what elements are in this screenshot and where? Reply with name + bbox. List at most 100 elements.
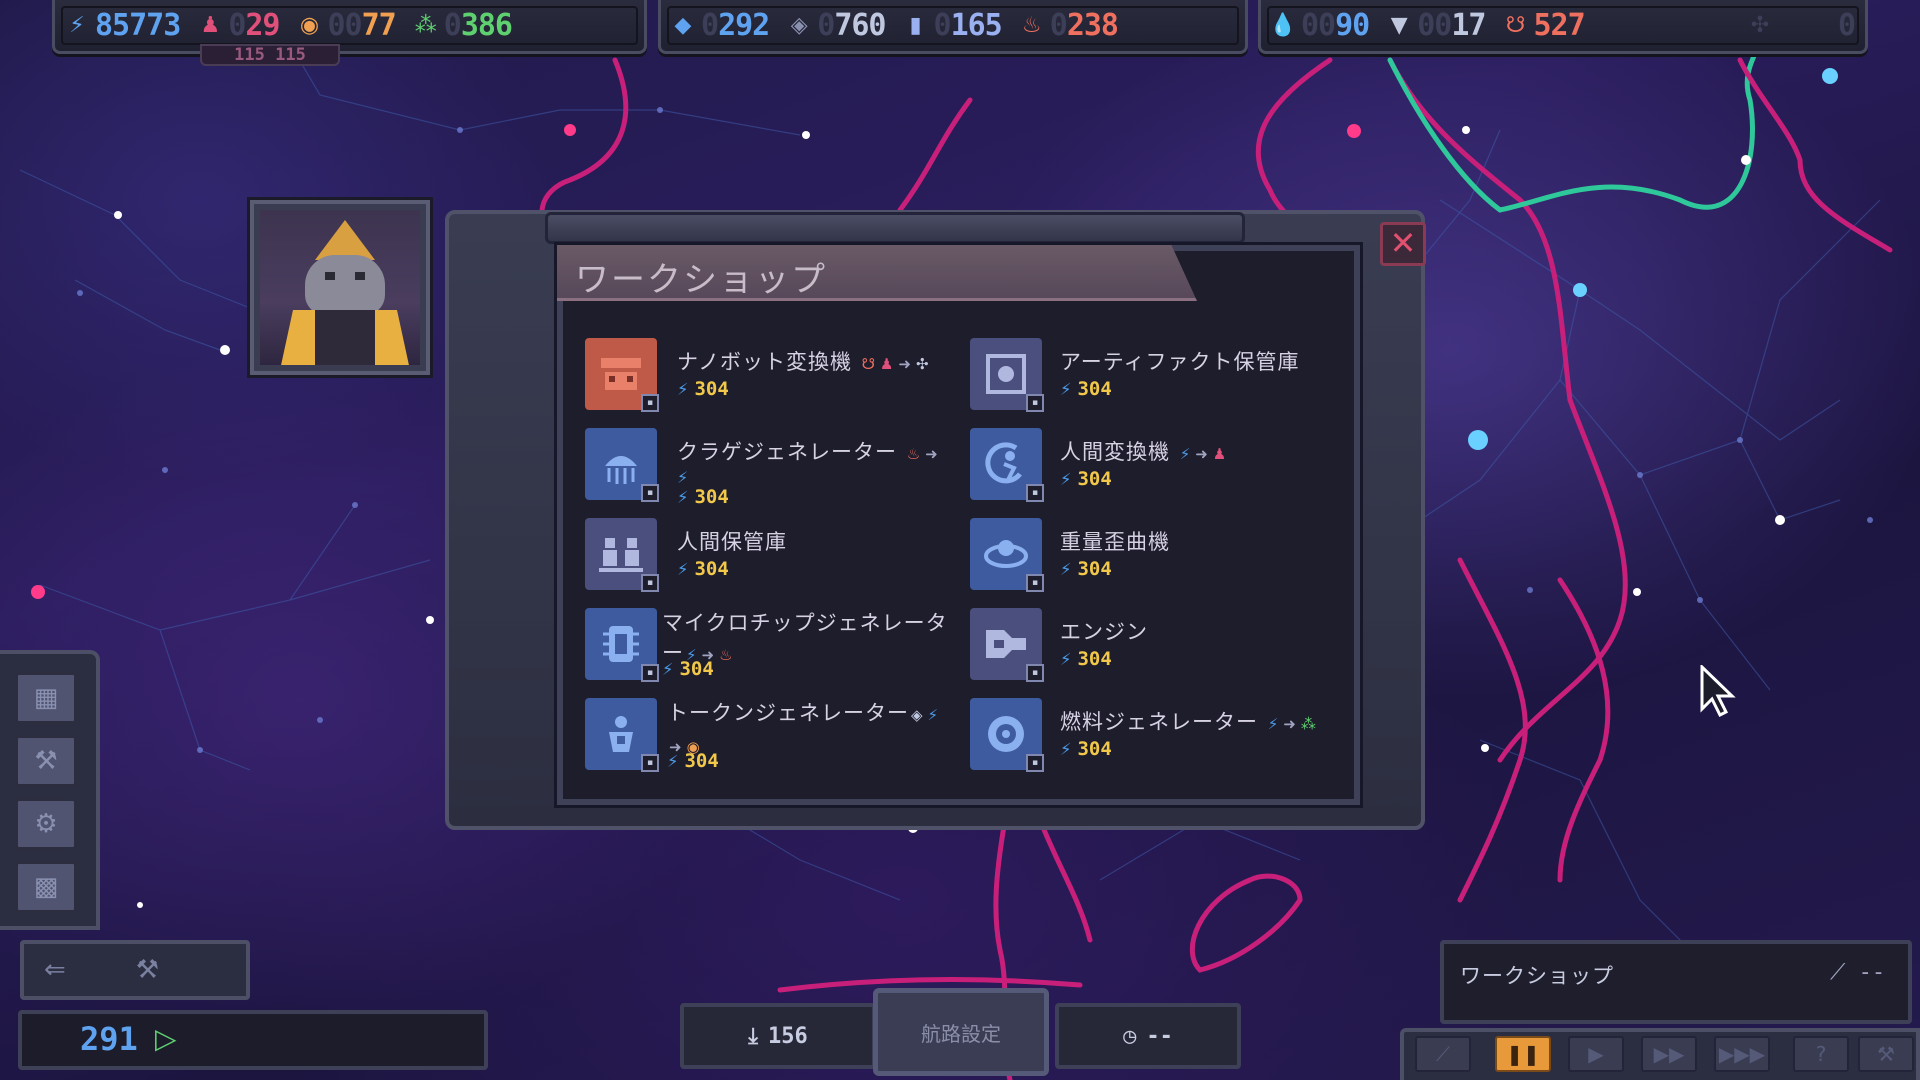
workshop-item-engine[interactable]: ▪ エンジン ⚡ 304 bbox=[970, 608, 1340, 688]
settings-button[interactable]: ⚒ bbox=[1858, 1036, 1914, 1072]
item-name: アーティファクト保管庫 bbox=[1060, 350, 1300, 374]
close-button[interactable]: ✕ bbox=[1380, 222, 1426, 266]
crew-result-icon: ♟ bbox=[1212, 445, 1228, 463]
item-name: 重量歪曲機 bbox=[1060, 530, 1170, 554]
pause-icon: ❚❚ bbox=[1506, 1042, 1540, 1066]
help-button[interactable]: ? bbox=[1793, 1036, 1849, 1072]
crew-cost-icon: ♟ bbox=[879, 355, 895, 373]
token-dim: 00 bbox=[327, 8, 363, 43]
download-button[interactable]: ⤓ 156 bbox=[680, 1003, 876, 1069]
water-value: 90 bbox=[1335, 8, 1370, 43]
timer-value: -- bbox=[1146, 1023, 1173, 1049]
nav-set-button[interactable]: 航路設定 bbox=[873, 988, 1049, 1076]
item-badge: ▪ bbox=[641, 754, 659, 772]
item-name: 人間変換機 bbox=[1060, 440, 1170, 464]
workshop-item-nanobot-converter[interactable]: ▪ ナノボット変換機 ☋ ♟ ➜ ✣ ⚡ 304 bbox=[585, 338, 955, 418]
item-name: 燃料ジェネレーター bbox=[1060, 710, 1258, 734]
token-icon: ◉ bbox=[299, 12, 320, 38]
dock-grid-button[interactable]: ▦ bbox=[15, 672, 77, 724]
item-badge: ▪ bbox=[641, 664, 659, 682]
play-button[interactable]: ▶ bbox=[1568, 1036, 1624, 1072]
droplet-icon: 💧 bbox=[1269, 12, 1297, 38]
item-name: エンジン bbox=[1060, 620, 1148, 644]
arrow-icon: ➜ bbox=[1283, 715, 1297, 733]
microchip-generator-icon: ▪ bbox=[585, 608, 659, 682]
jellyfish-cost-icon: ♨ bbox=[906, 445, 922, 463]
gear-icon: ⚙ bbox=[34, 809, 58, 839]
mouse-cursor-icon bbox=[1700, 665, 1736, 717]
pointer-button[interactable]: ⟋ bbox=[1415, 1036, 1471, 1072]
workshop-item-microchip-generator[interactable]: ▪ マイクロチップジェネレーター ⚡ ➜ ♨ ⚡ 304 bbox=[585, 608, 955, 688]
pause-button[interactable]: ❚❚ bbox=[1495, 1036, 1551, 1072]
fast-forward-icon: ▶▶ bbox=[1653, 1042, 1685, 1066]
bolt-cost-icon: ⚡ bbox=[1179, 445, 1192, 463]
workshop-item-human-storage[interactable]: ▪ 人間保管庫 ⚡ 304 bbox=[585, 518, 955, 598]
workshop-item-jellyfish-generator[interactable]: ▪ クラゲジェネレーター ♨ ➜ ⚡ ⚡ 304 bbox=[585, 428, 955, 508]
nanobot-converter-icon: ▪ bbox=[585, 338, 659, 412]
workshop-item-gravity-warper[interactable]: ▪ 重量歪曲機 ⚡ 304 bbox=[970, 518, 1340, 598]
timer-button[interactable]: ◷ -- bbox=[1055, 1003, 1241, 1069]
wand-icon: ⟋ bbox=[1830, 960, 1846, 985]
water-counter: 💧 0090 bbox=[1269, 8, 1370, 43]
artifact-vault-icon: ▪ bbox=[970, 338, 1044, 412]
fastest-icon: ▶▶▶ bbox=[1718, 1042, 1766, 1066]
bolt-result-icon: ⚡ bbox=[677, 468, 689, 487]
workshop-item-fuel-generator[interactable]: ▪ 燃料ジェネレーター ⚡ ➜ ⁂ ⚡ 304 bbox=[970, 698, 1340, 778]
engine-icon: ▪ bbox=[970, 608, 1044, 682]
dock-bottom-bar: ⇐ ⚒ bbox=[20, 940, 250, 1000]
resource-group-1: ⚡ 85773 ♟ 029 ◉ 0077 ⁂ 0386 bbox=[52, 0, 647, 54]
item-cost: 304 bbox=[694, 486, 729, 508]
item-cost: 304 bbox=[679, 658, 714, 680]
fast-forward-button[interactable]: ▶▶ bbox=[1641, 1036, 1697, 1072]
item-cost: 304 bbox=[1077, 648, 1112, 670]
dock-build-button[interactable]: ⚒ bbox=[15, 735, 77, 787]
unknown-counter: ✣ 0 bbox=[1748, 8, 1856, 43]
unknown-value: 0 bbox=[1837, 8, 1856, 43]
clock-icon: ◷ bbox=[1123, 1023, 1137, 1049]
crystal-icon: ▮ bbox=[909, 12, 922, 38]
pointer-icon: ⟋ bbox=[1436, 1042, 1450, 1066]
energy-counter: ⚡ 85773 bbox=[65, 8, 181, 43]
item-cost: 304 bbox=[684, 750, 719, 772]
anvil-icon: ▼ bbox=[1390, 12, 1408, 38]
token-value: 77 bbox=[361, 8, 397, 43]
resource-group-2: ◆ 0292 ◈ 0760 ▮ 0165 ♨ 0238 bbox=[658, 0, 1248, 54]
play-icon: ▶ bbox=[1588, 1042, 1604, 1066]
fuel-dim: 0 bbox=[443, 8, 462, 43]
speed-value: 291 bbox=[80, 1020, 138, 1058]
water-dim: 00 bbox=[1301, 8, 1336, 43]
tools-icon[interactable]: ⚒ bbox=[136, 955, 159, 985]
anvil-counter: ▼ 0017 bbox=[1387, 8, 1487, 43]
item-cost: 304 bbox=[694, 558, 729, 580]
item-badge: ▪ bbox=[641, 574, 659, 592]
jellyfish-result-icon: ♨ bbox=[719, 646, 734, 664]
dock-gear-button[interactable]: ⚙ bbox=[15, 798, 77, 850]
captain-portrait[interactable] bbox=[250, 200, 430, 375]
crystal-value: 165 bbox=[950, 8, 1003, 43]
cog-icon: ✣ bbox=[1750, 12, 1770, 38]
dock-map-button[interactable]: ▩ bbox=[15, 861, 77, 913]
fuel-icon: ⁂ bbox=[414, 12, 437, 38]
fastest-button[interactable]: ▶▶▶ bbox=[1714, 1036, 1770, 1072]
item-badge: ▪ bbox=[1026, 754, 1044, 772]
item-badge: ▪ bbox=[1026, 574, 1044, 592]
fuel-counter: ⁂ 0386 bbox=[414, 8, 513, 43]
workshop-item-token-generator[interactable]: ▪ トークンジェネレーター ◈ ⚡ ➜ ◉ ⚡ 304 bbox=[585, 698, 955, 778]
beast-cost-icon: ☋ bbox=[861, 355, 876, 373]
item-cost: 304 bbox=[694, 378, 729, 400]
item-badge: ▪ bbox=[641, 484, 659, 502]
arrow-icon: ➜ bbox=[1195, 445, 1209, 463]
human-converter-icon: ▪ bbox=[970, 428, 1044, 502]
back-arrow-icon[interactable]: ⇐ bbox=[44, 955, 66, 985]
workshop-item-artifact-vault[interactable]: ▪ アーティファクト保管庫 ⚡ 304 bbox=[970, 338, 1340, 418]
crew-value: 29 bbox=[245, 8, 280, 43]
grid-icon: ▦ bbox=[33, 683, 59, 713]
crew-counter[interactable]: ♟ 029 bbox=[198, 8, 280, 43]
workshop-item-human-converter[interactable]: ▪ 人間変換機 ⚡ ➜ ♟ ⚡ 304 bbox=[970, 428, 1340, 508]
bolt-icon: ⚡ bbox=[677, 486, 689, 508]
download-count: 156 bbox=[767, 1023, 808, 1049]
map-icon: ▩ bbox=[33, 872, 59, 902]
item-cost: 304 bbox=[1077, 738, 1112, 760]
gem-value: 292 bbox=[718, 8, 770, 43]
item-cost: 304 bbox=[1077, 468, 1112, 490]
